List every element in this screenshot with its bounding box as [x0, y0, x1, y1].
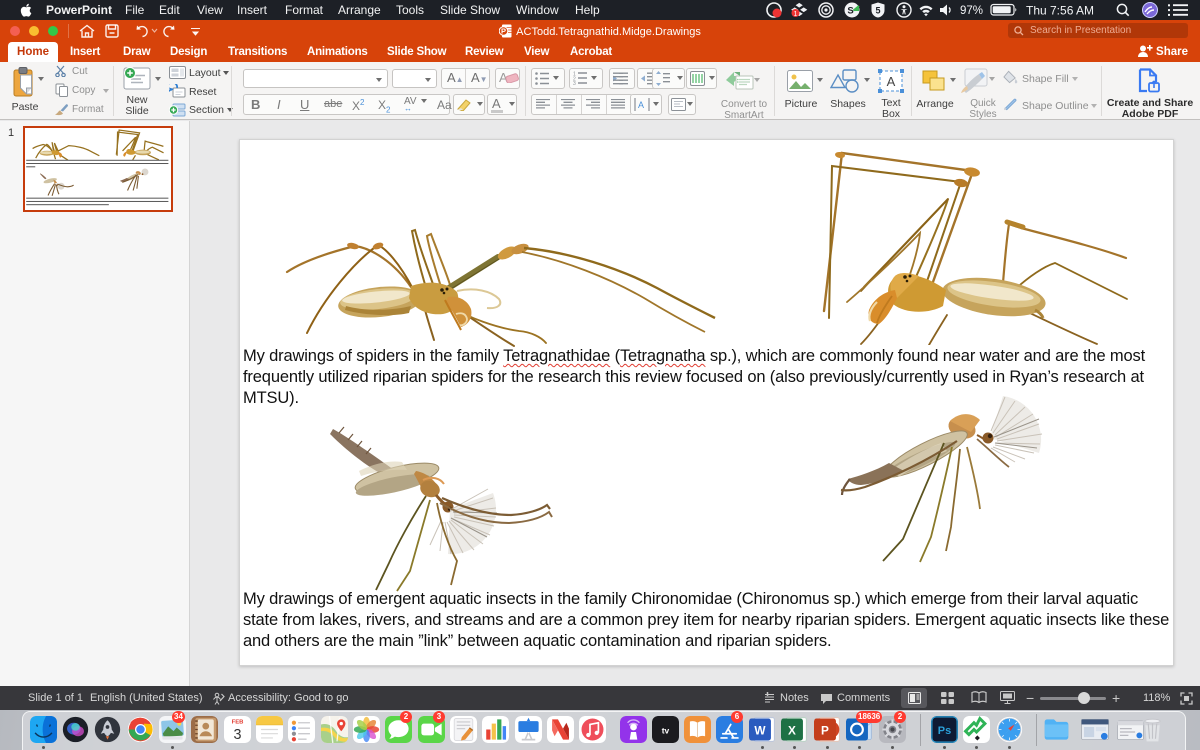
svg-text:A: A [887, 74, 896, 89]
svg-text:3: 3 [573, 81, 576, 85]
svg-text:A: A [638, 100, 644, 110]
svg-text:Ps: Ps [938, 725, 951, 737]
svg-text:P: P [821, 724, 829, 738]
svg-text:Thu 7:56 AM: Thu 7:56 AM [1026, 4, 1094, 18]
svg-text:5: 5 [875, 6, 880, 16]
svg-text:W: W [754, 724, 766, 738]
svg-text:X: X [788, 724, 796, 738]
svg-text:1: 1 [794, 11, 798, 18]
svg-text:S: S [847, 6, 853, 17]
svg-text:3: 3 [234, 727, 242, 743]
svg-text:tv: tv [662, 726, 670, 736]
svg-text:FEB: FEB [232, 720, 244, 726]
svg-text:97%: 97% [960, 5, 983, 17]
svg-text:P: P [501, 27, 506, 36]
